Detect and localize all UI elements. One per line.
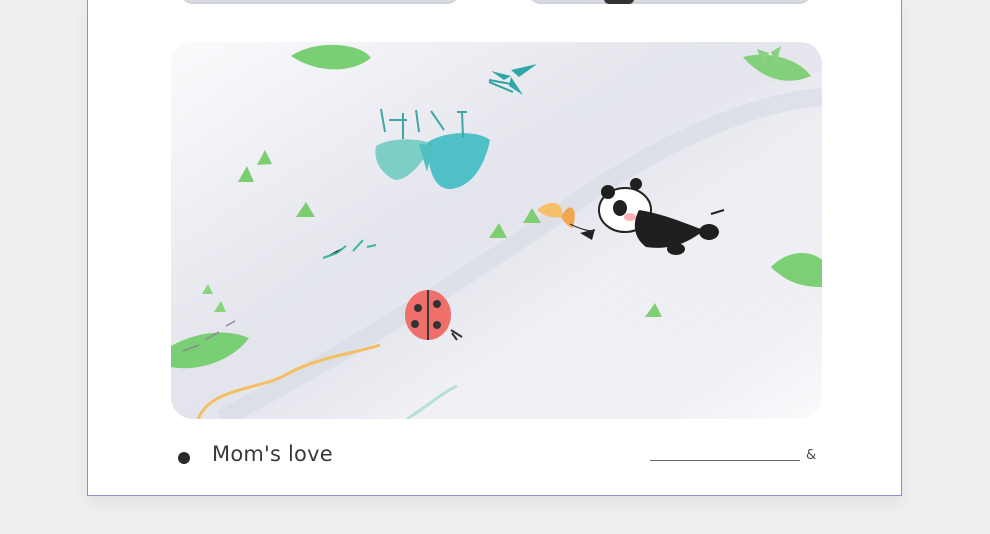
caption-divider xyxy=(650,460,800,461)
product-card: Mom's love & xyxy=(87,0,902,496)
fabric-pattern-photo xyxy=(171,42,822,419)
caption-text: Mom's love xyxy=(212,442,333,466)
previous-image-edge-left xyxy=(180,0,460,4)
previous-image-mark xyxy=(604,0,634,4)
previous-image-edge-right xyxy=(528,0,812,4)
fabric-illustration xyxy=(171,42,822,419)
caption-bullet xyxy=(178,452,190,464)
caption-symbol: & xyxy=(806,448,817,463)
